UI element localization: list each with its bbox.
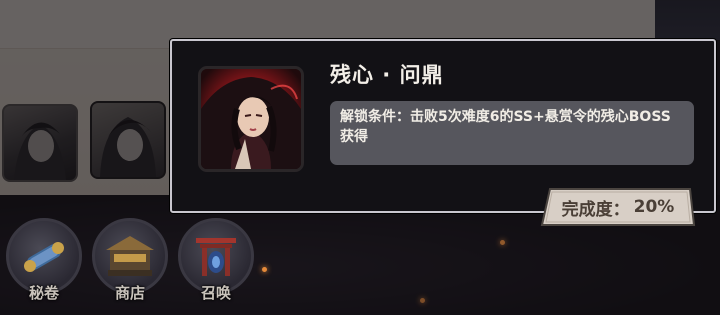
sparkle-effect: [420, 298, 425, 303]
progress-value: 20%: [633, 197, 675, 217]
progress-label: 完成度：: [561, 199, 630, 220]
nav-label: 召唤: [200, 284, 231, 302]
nav-label: 秘卷: [28, 284, 59, 302]
progress-badge: 完成度： 20%: [540, 187, 696, 227]
sparkle-effect: [500, 240, 505, 245]
achievement-avatar: [198, 66, 304, 172]
nav-item-shop[interactable]: 商店: [90, 218, 170, 310]
sparkle-effect: [262, 267, 267, 272]
nav-label: 商店: [114, 284, 145, 302]
nav-item-summon[interactable]: 召唤: [176, 218, 256, 310]
unlock-condition: 解锁条件：击败5次难度6的SS+悬赏令的残心BOSS获得: [330, 101, 694, 165]
nav-item-scroll[interactable]: 秘卷: [4, 218, 84, 310]
character-portrait-icon: [201, 69, 301, 169]
achievement-title: 残心 · 问鼎: [330, 63, 444, 87]
